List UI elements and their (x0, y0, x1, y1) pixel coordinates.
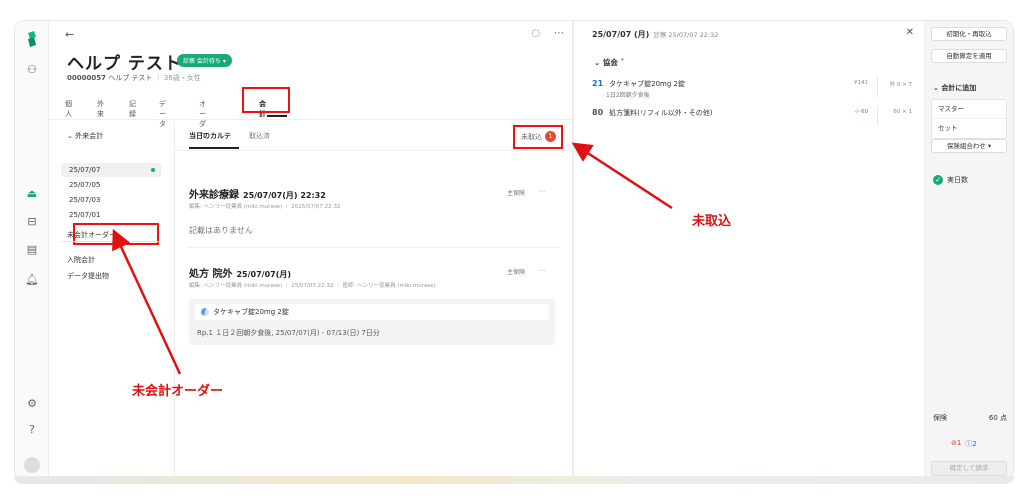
annotation-label-unbilled: 未会計オーダー (132, 384, 224, 399)
annotation-arrows (112, 142, 673, 375)
arrow-to-unbilled (112, 228, 182, 375)
annotation-label-unfetched: 未取込 (692, 214, 732, 229)
arrow-to-unfetched (571, 142, 673, 210)
